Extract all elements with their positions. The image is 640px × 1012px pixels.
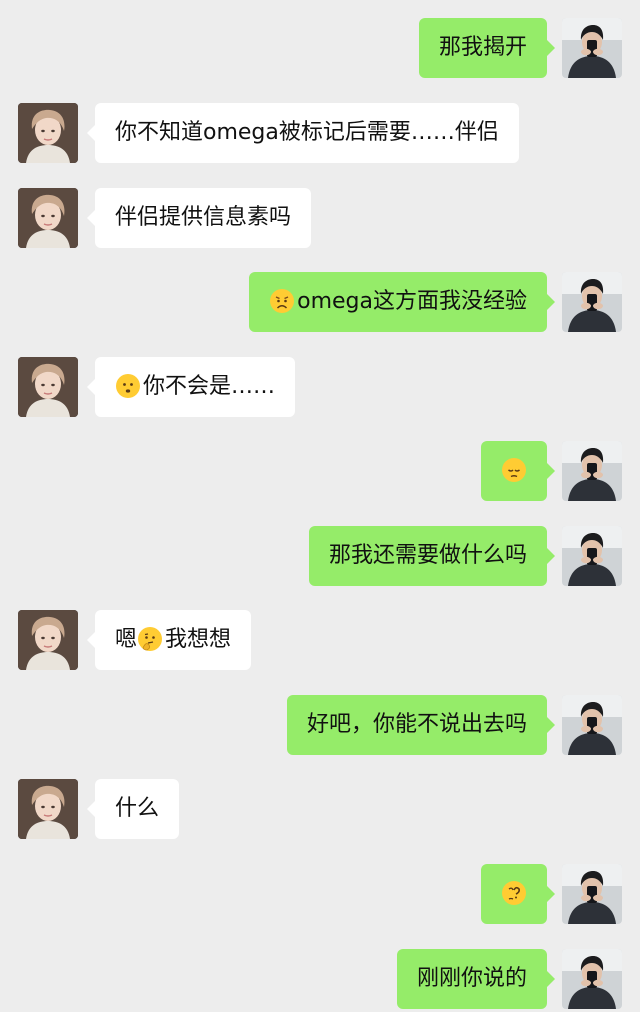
- message-row-incoming: 嗯 我想想: [0, 610, 640, 672]
- contact-avatar[interactable]: [18, 610, 78, 670]
- message-row-incoming: 你不知道omega被标记后需要……伴侣: [0, 103, 640, 165]
- message-bubble[interactable]: 那我揭开: [418, 18, 556, 78]
- self-avatar[interactable]: [562, 695, 622, 755]
- message-row-outgoing: omega这方面我没经验: [0, 272, 640, 334]
- self-avatar[interactable]: [562, 864, 622, 924]
- contact-avatar[interactable]: [18, 779, 78, 839]
- confused-face-emoji: [502, 881, 526, 905]
- message-bubble[interactable]: 那我还需要做什么吗: [308, 526, 556, 586]
- message-bubble[interactable]: 好吧，你能不说出去吗: [286, 695, 556, 755]
- message-row-incoming: 什么: [0, 779, 640, 841]
- message-text: 你不会是……: [143, 374, 276, 399]
- message-text: 我想想: [165, 627, 232, 652]
- message-text: 好吧，你能不说出去吗: [306, 712, 527, 737]
- chat-window: 那我揭开你不知道omega被标记后需要……伴侣 伴侣提供信息素吗 omega这方面我…: [0, 0, 640, 1012]
- message-row-outgoing: 那我揭开: [0, 18, 640, 80]
- message-bubble[interactable]: 什么: [86, 779, 180, 839]
- message-bubble[interactable]: 伴侣提供信息素吗: [86, 188, 312, 248]
- message-text: 刚刚你说的: [416, 966, 527, 991]
- message-text: 那我还需要做什么吗: [328, 543, 527, 568]
- self-avatar[interactable]: [562, 18, 622, 78]
- thinking-face-emoji: [138, 627, 163, 651]
- message-bubble[interactable]: 你不知道omega被标记后需要……伴侣: [87, 103, 519, 163]
- message-row-outgoing: 刚刚你说的: [0, 949, 640, 1011]
- message-text: 你不知道omega被标记后需要……伴侣: [115, 120, 499, 145]
- contact-avatar[interactable]: [18, 103, 78, 163]
- message-text: 什么: [115, 796, 160, 821]
- message-prefix: 嗯: [115, 627, 138, 652]
- message-text: 那我揭开: [438, 35, 527, 60]
- message-row-outgoing: [0, 864, 640, 926]
- self-avatar[interactable]: [562, 526, 622, 586]
- message-bubble[interactable]: 刚刚你说的: [396, 949, 556, 1009]
- worried-face-emoji: [270, 289, 295, 313]
- message-row-outgoing: 那我还需要做什么吗: [0, 526, 640, 588]
- self-avatar[interactable]: [562, 272, 622, 332]
- message-text: omega这方面我没经验: [297, 289, 527, 314]
- self-avatar[interactable]: [562, 441, 622, 501]
- message-row-outgoing: 好吧，你能不说出去吗: [0, 695, 640, 757]
- message-bubble[interactable]: [481, 864, 555, 924]
- message-text: 伴侣提供信息素吗: [115, 205, 292, 230]
- message-row-outgoing: [0, 441, 640, 503]
- contact-avatar[interactable]: [18, 357, 78, 417]
- message-bubble[interactable]: 你不会是……: [86, 357, 296, 417]
- self-avatar[interactable]: [562, 949, 622, 1009]
- hushed-face-emoji: [116, 374, 140, 398]
- contact-avatar[interactable]: [18, 188, 78, 248]
- message-row-incoming: 你不会是……: [0, 357, 640, 419]
- message-row-incoming: 伴侣提供信息素吗: [0, 188, 640, 250]
- pensive-face-emoji: [502, 458, 526, 482]
- message-bubble[interactable]: 嗯 我想想: [86, 610, 252, 670]
- message-bubble[interactable]: omega这方面我没经验: [249, 272, 555, 332]
- message-bubble[interactable]: [481, 441, 555, 501]
